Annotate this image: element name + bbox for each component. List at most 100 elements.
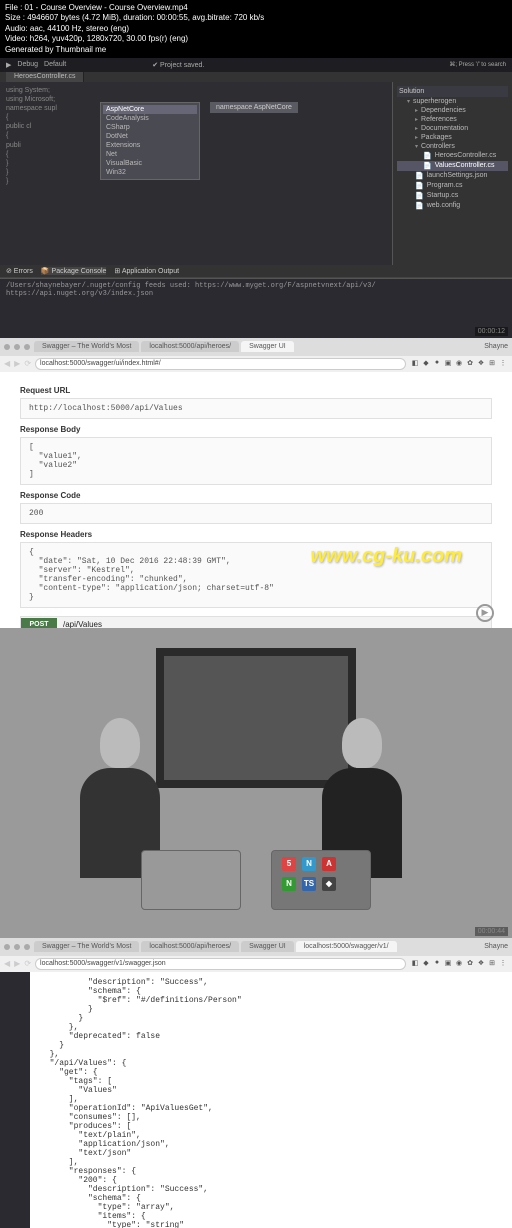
back-icon[interactable]: ◀: [4, 959, 10, 968]
browser-swagger-json: Swagger – The World's Most localhost:500…: [0, 938, 512, 1228]
video-still: 5 N N TS A ◆ 00:00:44: [0, 628, 512, 938]
ext-icon[interactable]: ▣: [443, 959, 453, 969]
tab-app-output[interactable]: ⊞ Application Output: [114, 267, 179, 275]
json-viewer[interactable]: "description": "Success", "schema": { "$…: [30, 972, 512, 1228]
ide-sidebar-strip: [0, 972, 30, 1228]
tab-heroes-controller[interactable]: HeroesController.cs: [6, 72, 84, 82]
tab-errors[interactable]: ⊘ Errors: [6, 267, 33, 275]
sol-deps[interactable]: ▸Dependencies: [397, 106, 508, 115]
ext-icon[interactable]: ⊞: [487, 959, 497, 969]
meta-gen: Generated by Thumbnail me: [5, 45, 507, 55]
ext-icon[interactable]: ❖: [476, 959, 486, 969]
sol-refs[interactable]: ▸References: [397, 115, 508, 124]
ext-icon[interactable]: ◆: [421, 959, 431, 969]
address-bar[interactable]: localhost:5000/swagger/v1/swagger.json: [35, 958, 406, 970]
browser-tab[interactable]: Swagger – The World's Most: [34, 941, 139, 952]
sol-docs[interactable]: ▸Documentation: [397, 124, 508, 133]
sol-file-heroes[interactable]: 📄HeroesController.cs: [397, 151, 508, 161]
sol-file-values[interactable]: 📄ValuesController.cs: [397, 161, 508, 171]
response-code-box: 200: [20, 503, 492, 524]
profile-name[interactable]: Shayne: [484, 943, 508, 950]
config-default[interactable]: Default: [44, 61, 66, 68]
ide-pane: ▶ Debug Default ✔ Project saved. ⌘; Pres…: [0, 58, 512, 338]
solution-explorer: Solution ▾superherogen ▸Dependencies ▸Re…: [392, 82, 512, 265]
browser-tab[interactable]: localhost:5000/api/heroes/: [141, 341, 239, 352]
browser-tab[interactable]: localhost:5000/api/heroes/: [141, 941, 239, 952]
config-debug[interactable]: Debug: [17, 61, 38, 68]
sol-file[interactable]: 📄web.config: [397, 201, 508, 211]
intellisense-popup[interactable]: AspNetCore CodeAnalysis CSharp DotNet Ex…: [100, 102, 200, 180]
back-icon[interactable]: ◀: [4, 359, 10, 368]
browser-tab-active[interactable]: Swagger UI: [241, 341, 294, 352]
play-overlay-icon: ▶: [476, 604, 494, 622]
ext-icon[interactable]: ●: [432, 959, 442, 969]
ext-icon[interactable]: ✿: [465, 959, 475, 969]
request-url-box: http://localhost:5000/api/Values: [20, 398, 492, 419]
timestamp: 00:00:44: [475, 927, 508, 936]
traffic-light-icon[interactable]: [4, 944, 10, 950]
label-response-code: Response Code: [20, 491, 492, 500]
browser-tab[interactable]: Swagger – The World's Most: [34, 341, 139, 352]
browser-tab[interactable]: Swagger UI: [241, 941, 294, 952]
sol-pkgs[interactable]: ▸Packages: [397, 133, 508, 142]
label-request-url: Request URL: [20, 386, 492, 395]
menu-icon[interactable]: ⋮: [498, 359, 508, 369]
intellisense-item-sel[interactable]: AspNetCore: [103, 105, 197, 114]
ext-icon[interactable]: ◉: [454, 359, 464, 369]
code-editor[interactable]: using System; using Microsoft; namespace…: [0, 82, 392, 265]
traffic-light-icon[interactable]: [14, 344, 20, 350]
traffic-light-icon[interactable]: [4, 344, 10, 350]
editor-tabs: HeroesController.cs: [0, 72, 512, 82]
extension-icons: ◧◆●▣◉✿❖⊞⋮: [410, 359, 508, 369]
address-bar-row: ◀ ▶ ⟳ localhost:5000/swagger/v1/swagger.…: [0, 956, 512, 972]
label-response-headers: Response Headers: [20, 530, 492, 539]
menu-icon[interactable]: ⋮: [498, 959, 508, 969]
timestamp: 00:00:12: [475, 327, 508, 336]
forward-icon[interactable]: ▶: [14, 959, 20, 968]
browser-swagger-ui: Swagger – The World's Most localhost:500…: [0, 338, 512, 628]
meta-audio: Audio: aac, 44100 Hz, stereo (eng): [5, 24, 507, 34]
ext-icon[interactable]: ⊞: [487, 359, 497, 369]
play-button[interactable]: ▶: [6, 61, 11, 69]
browser-tab-active[interactable]: localhost:5000/swagger/v1/: [296, 941, 397, 952]
traffic-light-icon[interactable]: [24, 344, 30, 350]
browser-chrome-top: Swagger – The World's Most localhost:500…: [0, 938, 512, 956]
bottom-tabs: ⊘ Errors 📦 Package Console ⊞ Application…: [0, 265, 512, 278]
ext-icon[interactable]: ◆: [421, 359, 431, 369]
watermark: www.cg-ku.com: [310, 545, 462, 568]
ext-icon[interactable]: ✿: [465, 359, 475, 369]
ext-icon[interactable]: ◧: [410, 359, 420, 369]
ide-toolbar: ▶ Debug Default ✔ Project saved. ⌘; Pres…: [0, 58, 512, 72]
intellisense-hint: namespace AspNetCore: [210, 102, 298, 113]
ext-icon[interactable]: ●: [432, 359, 442, 369]
ext-icon[interactable]: ◧: [410, 959, 420, 969]
extension-icons: ◧◆●▣◉✿❖⊞⋮: [410, 959, 508, 969]
sol-controllers[interactable]: ▾Controllers: [397, 142, 508, 151]
browser-chrome-top: Swagger – The World's Most localhost:500…: [0, 338, 512, 356]
laptop-right: 5 N N TS A ◆: [271, 850, 371, 910]
profile-name[interactable]: Shayne: [484, 343, 508, 350]
search-hint[interactable]: ⌘; Press '/' to search: [449, 61, 506, 68]
reload-icon[interactable]: ⟳: [24, 959, 31, 968]
address-bar-row: ◀ ▶ ⟳ localhost:5000/swagger/ui/index.ht…: [0, 356, 512, 372]
solution-header: Solution: [397, 86, 508, 97]
sol-file[interactable]: 📄launchSettings.json: [397, 171, 508, 181]
ext-icon[interactable]: ❖: [476, 359, 486, 369]
forward-icon[interactable]: ▶: [14, 359, 20, 368]
tab-package-console[interactable]: 📦 Package Console: [41, 267, 107, 275]
sol-file[interactable]: 📄Startup.cs: [397, 191, 508, 201]
label-response-body: Response Body: [20, 425, 492, 434]
meta-video: Video: h264, yuv420p, 1280x720, 30.00 fp…: [5, 34, 507, 44]
meta-size: Size : 4946607 bytes (4.72 MiB), duratio…: [5, 13, 507, 23]
traffic-light-icon[interactable]: [24, 944, 30, 950]
package-console[interactable]: /Users/shaynebayer/.nuget/config feeds u…: [0, 278, 512, 338]
reload-icon[interactable]: ⟳: [24, 359, 31, 368]
sol-file[interactable]: 📄Program.cs: [397, 181, 508, 191]
laptop-left: [141, 850, 241, 910]
ext-icon[interactable]: ▣: [443, 359, 453, 369]
address-bar[interactable]: localhost:5000/swagger/ui/index.html#/: [35, 358, 406, 370]
traffic-light-icon[interactable]: [14, 944, 20, 950]
ext-icon[interactable]: ◉: [454, 959, 464, 969]
meta-file: File : 01 - Course Overview - Course Ove…: [5, 3, 507, 13]
sol-root[interactable]: ▾superherogen: [397, 97, 508, 106]
